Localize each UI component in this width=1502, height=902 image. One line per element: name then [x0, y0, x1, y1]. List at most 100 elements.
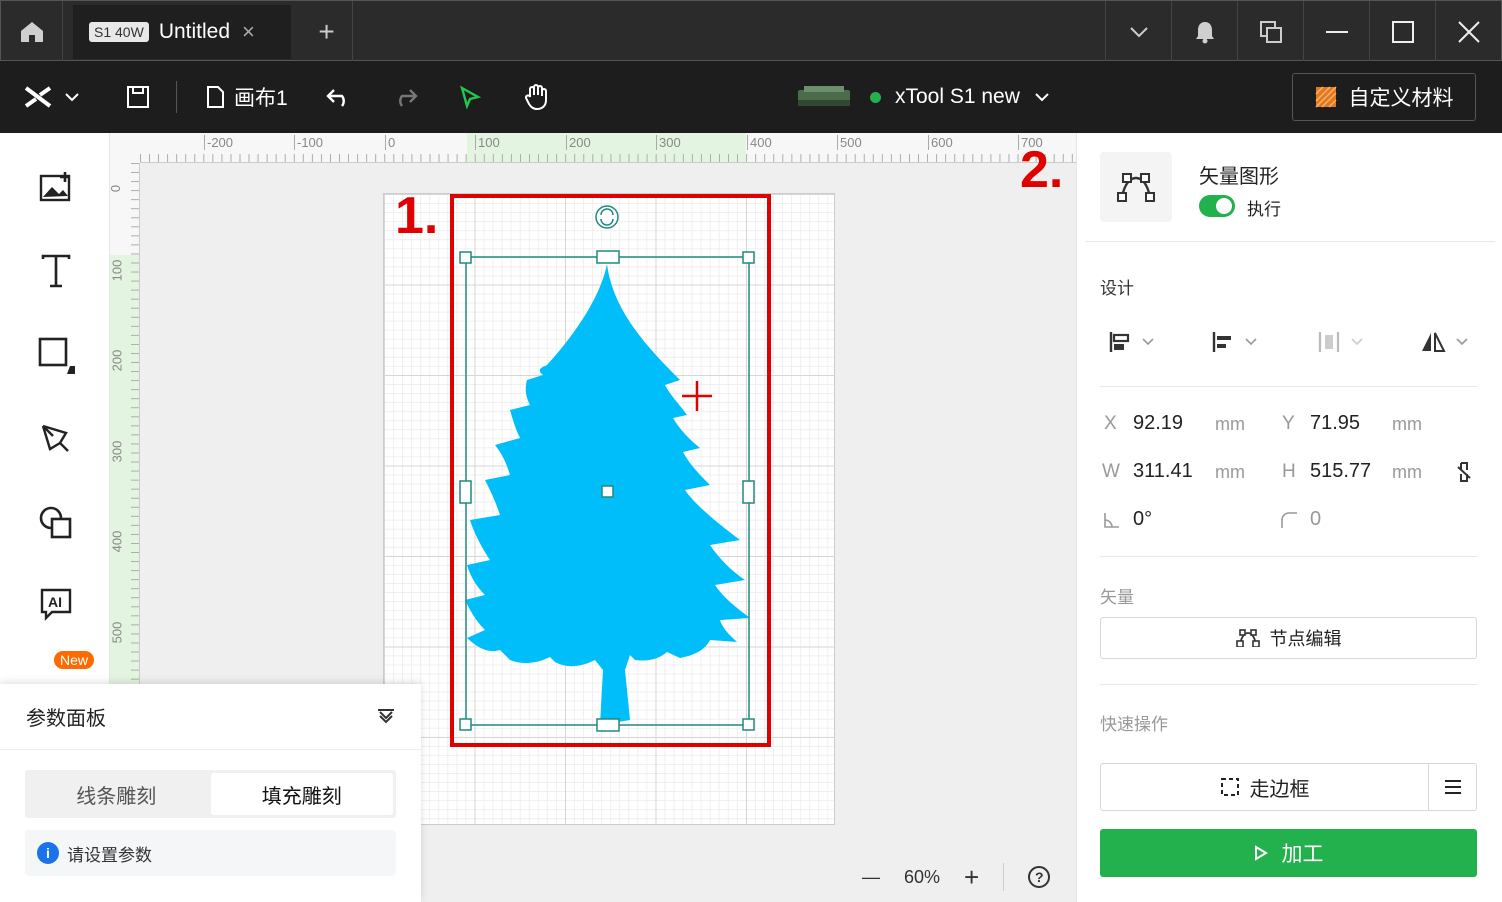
ruler-label: 600 [928, 135, 953, 150]
flip-icon [1422, 332, 1446, 352]
pen-tool-button[interactable] [34, 417, 78, 461]
device-selector[interactable]: xTool S1 new [870, 61, 1050, 133]
frame-label: 走边框 [1249, 778, 1310, 801]
zoom-in-button[interactable]: + [964, 862, 979, 893]
w-unit: mm [1215, 462, 1245, 482]
laser-machine-icon [798, 86, 850, 106]
device-status-dot [870, 91, 881, 103]
execute-toggle[interactable] [1199, 195, 1235, 217]
home-icon [20, 21, 43, 42]
tab-line-engrave[interactable]: 线条雕刻 [25, 770, 208, 818]
annotation-label-2: 2. [1020, 141, 1064, 199]
chevron-down-icon [1456, 338, 1468, 346]
ruler-label: 500 [837, 135, 862, 150]
bell-icon[interactable] [1171, 1, 1237, 62]
xtool-menu-button[interactable] [24, 61, 80, 133]
process-label: 加工 [1281, 843, 1324, 866]
w-input[interactable]: 311.41 [1133, 460, 1193, 483]
h-input[interactable]: 515.77 [1310, 460, 1371, 483]
annotation-box-1 [450, 194, 771, 747]
add-image-button[interactable] [34, 165, 78, 209]
rotation-angle-icon [1104, 513, 1119, 528]
minimize-icon[interactable] [1303, 1, 1369, 62]
play-icon [1254, 845, 1268, 861]
node-edit-button[interactable]: 节点编辑 [1100, 617, 1477, 659]
h-label: H [1282, 461, 1296, 482]
document-tab[interactable]: S1 40W Untitled × [73, 5, 291, 59]
corner-radius-icon [1281, 512, 1297, 528]
chevron-down-icon [65, 93, 79, 102]
rotation-input[interactable]: 0° [1133, 508, 1152, 531]
frame-button[interactable]: 走边框 [1100, 763, 1429, 811]
help-button[interactable]: ? [1028, 866, 1051, 888]
canvas-selector[interactable]: 画布1 [206, 61, 288, 133]
material-label: 自定义材料 [1348, 87, 1454, 110]
save-button[interactable] [126, 61, 150, 133]
y-label: Y [1282, 413, 1295, 434]
xtool-logo-icon [24, 86, 52, 108]
custom-material-button[interactable]: 自定义材料 [1292, 73, 1476, 121]
new-tab-button[interactable]: + [301, 1, 353, 62]
chevron-down-icon [1245, 338, 1257, 346]
arrange-dropdown[interactable] [1108, 330, 1154, 354]
ruler-label: 200 [566, 135, 591, 150]
device-image [796, 61, 852, 133]
object-type-label: 矢量图形 [1199, 166, 1279, 188]
select-arrow-icon [460, 85, 482, 109]
ai-tool-button[interactable]: AI [34, 583, 78, 627]
toolbar-divider [176, 81, 177, 113]
flip-dropdown[interactable] [1420, 330, 1468, 354]
corner-radius-input[interactable]: 0 [1310, 508, 1321, 531]
undo-button[interactable] [326, 61, 352, 133]
ruler-label: 100 [475, 135, 500, 150]
text-icon [41, 254, 71, 288]
process-button[interactable]: 加工 [1100, 829, 1477, 877]
x-input[interactable]: 92.19 [1133, 412, 1183, 435]
divider [1100, 386, 1477, 387]
collapse-panel-icon[interactable] [377, 708, 395, 726]
home-button[interactable] [1, 1, 63, 62]
divider [1100, 556, 1477, 557]
y-unit: mm [1392, 414, 1422, 434]
distribute-dropdown[interactable] [1317, 330, 1363, 354]
pan-tool-button[interactable] [524, 61, 550, 133]
shape-tool-button[interactable] [34, 333, 78, 377]
ruler-label: -100 [294, 135, 323, 150]
close-tab-icon[interactable]: × [242, 19, 255, 45]
y-input[interactable]: 71.95 [1310, 412, 1360, 435]
align-dropdown[interactable] [1211, 330, 1257, 354]
unlock-ratio-icon[interactable] [1456, 461, 1472, 483]
ruler-label: 200 [110, 349, 125, 372]
zoom-out-button[interactable]: — [862, 867, 880, 888]
title-bar: S1 40W Untitled × + [0, 0, 1502, 62]
close-window-icon[interactable] [1435, 1, 1501, 62]
distribute-icon [1318, 332, 1340, 352]
svg-text:AI: AI [48, 594, 62, 610]
combine-tool-button[interactable] [34, 501, 78, 545]
vector-path-icon [1117, 173, 1155, 202]
text-tool-button[interactable] [34, 249, 78, 293]
vector-type-icon-box [1100, 152, 1172, 222]
chevron-down-icon[interactable] [1105, 1, 1171, 62]
align-left-icon [1212, 332, 1231, 352]
tab-fill-engrave[interactable]: 填充雕刻 [210, 773, 393, 815]
w-label: W [1102, 461, 1120, 482]
hand-icon [524, 84, 547, 111]
new-badge: New [54, 651, 95, 669]
ruler-label: 400 [110, 530, 125, 553]
window-switch-icon[interactable] [1237, 1, 1303, 62]
redo-icon [399, 89, 418, 107]
undo-icon [326, 89, 345, 107]
execute-label: 执行 [1247, 200, 1281, 219]
chevron-down-icon [1351, 338, 1363, 346]
device-name: xTool S1 new [895, 85, 1020, 108]
maximize-icon[interactable] [1369, 1, 1435, 62]
info-icon: i [37, 842, 59, 864]
zoom-level[interactable]: 60% [904, 867, 940, 888]
pen-icon [41, 424, 69, 452]
frame-options-button[interactable] [1428, 763, 1477, 811]
ruler-label: 0 [110, 185, 123, 192]
select-tool-button[interactable] [458, 61, 482, 133]
x-label: X [1104, 413, 1117, 434]
redo-button[interactable] [392, 61, 418, 133]
